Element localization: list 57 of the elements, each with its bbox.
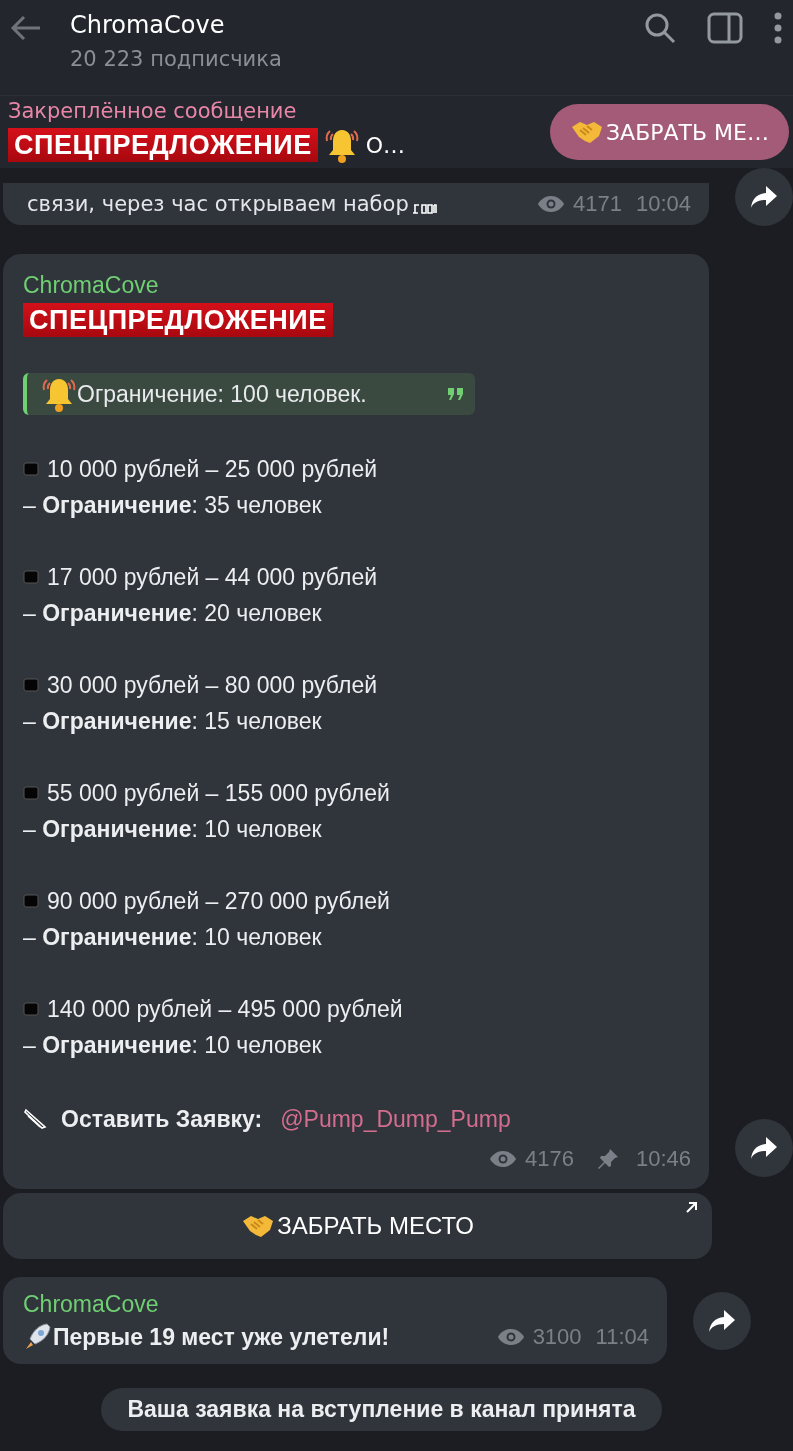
square-icon bbox=[23, 677, 39, 693]
handshake-icon bbox=[570, 119, 604, 145]
subscriber-count: 20 223 подписчика bbox=[70, 46, 283, 71]
rocket-icon bbox=[23, 1322, 51, 1352]
limit-text: – Ограничение: 10 человек bbox=[23, 923, 323, 952]
pinned-snippet: О… bbox=[365, 132, 406, 158]
service-message: Ваша заявка на вступление в канал принята bbox=[101, 1388, 662, 1431]
author-name: ChromaCove bbox=[23, 272, 160, 299]
forward-icon bbox=[707, 1307, 737, 1334]
banner-text: СПЕЦПРЕДЛОЖЕНИЕ bbox=[8, 128, 318, 162]
view-count: 4176 bbox=[525, 1146, 574, 1172]
more-icon[interactable] bbox=[773, 11, 783, 44]
soon-icon bbox=[410, 202, 437, 216]
pinned-bar[interactable]: Закреплённое сообщение СПЕЦПРЕДЛОЖЕНИЕ О… ЗАБРАТЬ МЕ… bbox=[0, 95, 793, 168]
handshake-icon bbox=[241, 1213, 276, 1239]
username-link[interactable]: @Pump_Dump_Pump bbox=[280, 1105, 511, 1133]
sidebar-icon[interactable] bbox=[707, 11, 743, 44]
quote-text: Ограничение: 100 человек. bbox=[77, 380, 368, 408]
limit-text: – Ограничение: 35 человек bbox=[23, 491, 323, 520]
eye-icon bbox=[496, 1327, 525, 1347]
price-range: 30 000 рублей – 80 000 рублей bbox=[47, 671, 378, 699]
square-icon bbox=[23, 569, 39, 585]
square-icon bbox=[23, 1001, 39, 1017]
pinned-action-button[interactable]: ЗАБРАТЬ МЕ… bbox=[550, 104, 789, 160]
back-arrow-icon[interactable] bbox=[10, 13, 42, 42]
view-count: 3100 bbox=[532, 1324, 582, 1350]
eye-icon bbox=[489, 1149, 517, 1169]
forward-icon bbox=[749, 1135, 779, 1161]
square-icon bbox=[23, 893, 39, 909]
message-text: Первые 19 мест уже улетели! bbox=[53, 1323, 390, 1351]
limit-text: – Ограничение: 15 человек bbox=[23, 707, 323, 736]
banner-text: СПЕЦПРЕДЛОЖЕНИЕ bbox=[23, 303, 333, 337]
pen-icon bbox=[23, 1107, 47, 1131]
price-range: 55 000 рублей – 155 000 рублей bbox=[47, 779, 390, 807]
author-name: ChromaCove bbox=[23, 1291, 160, 1318]
pinned-label: Закреплённое сообщение bbox=[8, 99, 298, 123]
message-text: связи, через час открываем набор bbox=[27, 192, 409, 216]
square-icon bbox=[23, 461, 39, 477]
external-link-icon bbox=[684, 1201, 698, 1215]
quote-icon bbox=[447, 386, 465, 402]
channel-title: ChromaCove bbox=[70, 10, 226, 39]
limit-text: – Ограничение: 10 человек bbox=[23, 815, 323, 844]
limit-text: – Ограничение: 10 человек bbox=[23, 1031, 323, 1060]
message-time: 10:46 bbox=[635, 1146, 691, 1172]
message-time: 10:04 bbox=[635, 191, 691, 217]
square-icon bbox=[23, 785, 39, 801]
inline-button[interactable]: ЗАБРАТЬ МЕСТО bbox=[3, 1193, 712, 1259]
price-range: 10 000 рублей – 25 000 рублей bbox=[47, 455, 378, 483]
forward-icon bbox=[749, 184, 779, 210]
view-count: 4171 bbox=[573, 191, 622, 217]
price-range: 17 000 рублей – 44 000 рублей bbox=[47, 563, 378, 591]
message-time: 11:04 bbox=[595, 1324, 649, 1350]
limit-text: – Ограничение: 20 человек bbox=[23, 599, 323, 628]
cta-label: Оставить Заявку: bbox=[61, 1105, 263, 1133]
price-range: 90 000 рублей – 270 000 рублей bbox=[47, 887, 390, 915]
price-range: 140 000 рублей – 495 000 рублей bbox=[47, 995, 403, 1023]
eye-icon bbox=[537, 194, 565, 214]
